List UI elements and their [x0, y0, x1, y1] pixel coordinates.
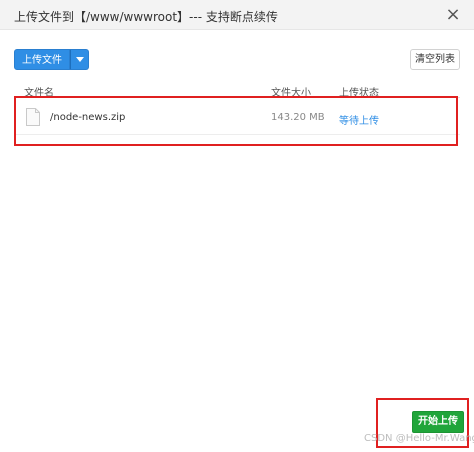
- close-icon[interactable]: ×: [444, 6, 462, 24]
- caret-down-icon: [75, 57, 84, 62]
- dialog-titlebar: 上传文件到【/www/wwwroot】--- 支持断点续传 ×: [0, 0, 474, 30]
- upload-file-button[interactable]: 上传文件: [14, 49, 70, 70]
- watermark: CSDN @Hello-Mr.Wang: [364, 433, 474, 444]
- highlight-box-file-row: [14, 96, 458, 146]
- upload-dropdown-button[interactable]: [70, 49, 89, 70]
- dialog-title: 上传文件到【/www/wwwroot】--- 支持断点续传: [14, 10, 278, 24]
- upload-button-group: 上传文件: [14, 49, 89, 70]
- clear-list-button[interactable]: 清空列表: [410, 49, 460, 70]
